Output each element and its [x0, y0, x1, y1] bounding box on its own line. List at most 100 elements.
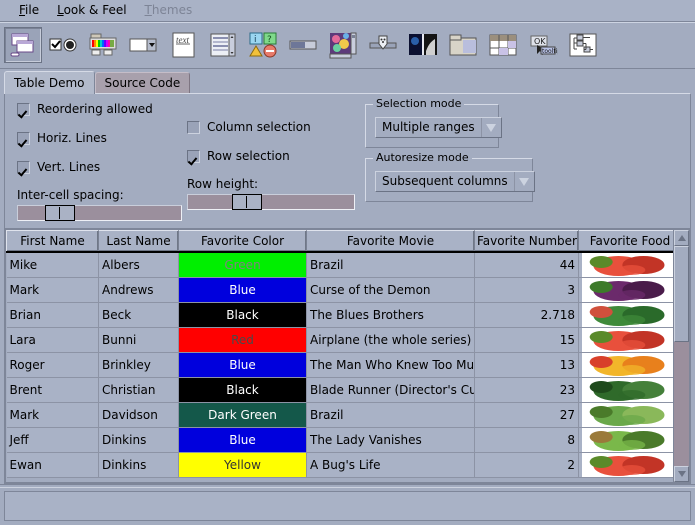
cell-first-name[interactable]: Jeff [6, 427, 99, 453]
cell-favorite-number[interactable]: 2 [474, 452, 579, 478]
cell-favorite-food[interactable] [578, 277, 673, 303]
cell-favorite-number[interactable]: 3 [474, 277, 579, 303]
cell-favorite-number[interactable]: 44 [474, 252, 579, 278]
cell-first-name[interactable]: Roger [6, 352, 99, 378]
cell-favorite-movie[interactable]: Brazil [306, 402, 475, 428]
cell-last-name[interactable]: Brinkley [98, 352, 179, 378]
color-chooser-demo-icon[interactable] [84, 27, 122, 63]
column-header-favorite-number[interactable]: Favorite Number [474, 230, 579, 253]
checkbox-column-selection-box[interactable] [187, 120, 200, 134]
cell-favorite-movie[interactable]: The Blues Brothers [306, 302, 475, 328]
cell-favorite-movie[interactable]: The Man Who Knew Too Much [306, 352, 475, 378]
checkbox-row-selection-box[interactable] [187, 149, 200, 163]
cell-favorite-food[interactable] [578, 452, 673, 478]
table-demo-icon[interactable] [484, 27, 522, 63]
cell-first-name[interactable]: Mark [6, 402, 99, 428]
checkbox-horiz-lines-box[interactable] [17, 131, 30, 145]
table-header-row[interactable]: First Name Last Name Favorite Color Favorit… [6, 230, 673, 253]
scrollbar-track[interactable] [674, 246, 689, 466]
intercell-spacing-slider[interactable] [17, 205, 182, 221]
table-body[interactable]: Mike Albers Green Brazil 44 Mark Andrews Blue Cu… [6, 252, 673, 478]
table-row[interactable]: Mark Davidson Dark Green Brazil 27 [6, 402, 673, 428]
scrollbar-thumb[interactable] [674, 246, 689, 342]
combobox-demo-icon[interactable] [124, 27, 162, 63]
cell-first-name[interactable]: Lara [6, 327, 99, 353]
cell-favorite-food[interactable] [578, 377, 673, 403]
chevron-down-icon[interactable] [513, 172, 534, 191]
cell-favorite-food[interactable] [578, 302, 673, 328]
table-row[interactable]: Brent Christian Black Blade Runner (Directo… [6, 377, 673, 403]
cell-first-name[interactable]: Brian [6, 302, 99, 328]
internal-frame-demo-icon[interactable] [4, 27, 42, 63]
intercell-spacing-slider-thumb[interactable] [45, 205, 75, 221]
column-header-first-name[interactable]: First Name [6, 230, 99, 253]
table-row[interactable]: Ewan Dinkins Yellow A Bug's Life 2 [6, 452, 673, 478]
cell-last-name[interactable]: Christian [98, 377, 179, 403]
cell-favorite-color[interactable]: Blue [178, 277, 307, 303]
table-row[interactable]: Roger Brinkley Blue The Man Who Knew Too Mu… [6, 352, 673, 378]
table-row[interactable]: Lara Bunni Red Airplane (the whole series) 1… [6, 327, 673, 353]
checkbox-horiz-lines[interactable]: Horiz. Lines [17, 131, 187, 145]
cell-last-name[interactable]: Davidson [98, 402, 179, 428]
cell-favorite-color[interactable]: Yellow [178, 452, 307, 478]
scroll-up-button[interactable] [674, 230, 689, 246]
cell-favorite-color[interactable]: Black [178, 302, 307, 328]
cell-favorite-color[interactable]: Dark Green [178, 402, 307, 428]
cell-favorite-number[interactable]: 8 [474, 427, 579, 453]
cell-favorite-number[interactable]: 15 [474, 327, 579, 353]
cell-favorite-number[interactable]: 2.718 [474, 302, 579, 328]
column-header-last-name[interactable]: Last Name [98, 230, 179, 253]
column-header-favorite-color[interactable]: Favorite Color [178, 230, 307, 253]
table-row[interactable]: Mark Andrews Blue Curse of the Demon 3 [6, 277, 673, 303]
cell-favorite-movie[interactable]: Curse of the Demon [306, 277, 475, 303]
menu-item-file[interactable]: File [10, 2, 48, 19]
checkbox-reordering-allowed[interactable]: Reordering allowed [17, 102, 187, 116]
tooltip-demo-icon[interactable]: OK tooltip [524, 27, 562, 63]
tab-table-demo[interactable]: Table Demo [4, 71, 95, 94]
checkbox-reordering-allowed-box[interactable] [17, 102, 30, 116]
list-demo-icon[interactable] [204, 27, 242, 63]
checkbox-vert-lines-box[interactable] [17, 160, 30, 174]
table-row[interactable]: Jeff Dinkins Blue The Lady Vanishes 8 [6, 427, 673, 453]
scrollpane-demo-icon[interactable] [324, 27, 362, 63]
cell-favorite-color[interactable]: Blue [178, 352, 307, 378]
cell-favorite-food[interactable] [578, 327, 673, 353]
cell-favorite-food[interactable] [578, 427, 673, 453]
checkbox-column-selection[interactable]: Column selection [187, 120, 365, 134]
cell-first-name[interactable]: Ewan [6, 452, 99, 478]
cell-favorite-movie[interactable]: Brazil [306, 252, 475, 278]
menu-item-look-feel[interactable]: Look & Feel [48, 2, 135, 19]
cell-favorite-food[interactable] [578, 252, 673, 278]
cell-favorite-number[interactable]: 23 [474, 377, 579, 403]
cell-first-name[interactable]: Brent [6, 377, 99, 403]
cell-last-name[interactable]: Bunni [98, 327, 179, 353]
tab-source-code[interactable]: Source Code [94, 72, 191, 93]
cell-favorite-color[interactable]: Green [178, 252, 307, 278]
cell-favorite-movie[interactable]: Airplane (the whole series) [306, 327, 475, 353]
cell-first-name[interactable]: Mark [6, 277, 99, 303]
cell-favorite-movie[interactable]: A Bug's Life [306, 452, 475, 478]
checkbox-row-selection[interactable]: Row selection [187, 149, 365, 163]
cell-favorite-color[interactable]: Red [178, 327, 307, 353]
slider-demo-icon[interactable] [364, 27, 402, 63]
cell-favorite-movie[interactable]: Blade Runner (Director's Cut) [306, 377, 475, 403]
split-pane-demo-icon[interactable] [404, 27, 442, 63]
table-row[interactable]: Brian Beck Black The Blues Brothers 2.718 [6, 302, 673, 328]
cell-favorite-number[interactable]: 13 [474, 352, 579, 378]
cell-favorite-color[interactable]: Black [178, 377, 307, 403]
tabbed-pane-demo-icon[interactable] [444, 27, 482, 63]
row-height-slider-thumb[interactable] [232, 194, 262, 210]
checkbox-vert-lines[interactable]: Vert. Lines [17, 160, 187, 174]
scroll-down-button[interactable] [674, 466, 689, 482]
cell-favorite-movie[interactable]: The Lady Vanishes [306, 427, 475, 453]
cell-first-name[interactable]: Mike [6, 252, 99, 278]
cell-favorite-food[interactable] [578, 352, 673, 378]
cell-last-name[interactable]: Dinkins [98, 452, 179, 478]
selection-mode-combobox[interactable]: Multiple ranges [375, 117, 502, 138]
text-demo-icon[interactable]: text [164, 27, 202, 63]
cell-favorite-color[interactable]: Blue [178, 427, 307, 453]
cell-favorite-food[interactable] [578, 402, 673, 428]
table-vertical-scrollbar[interactable] [673, 229, 690, 483]
cell-last-name[interactable]: Albers [98, 252, 179, 278]
column-header-favorite-movie[interactable]: Favorite Movie [306, 230, 475, 253]
